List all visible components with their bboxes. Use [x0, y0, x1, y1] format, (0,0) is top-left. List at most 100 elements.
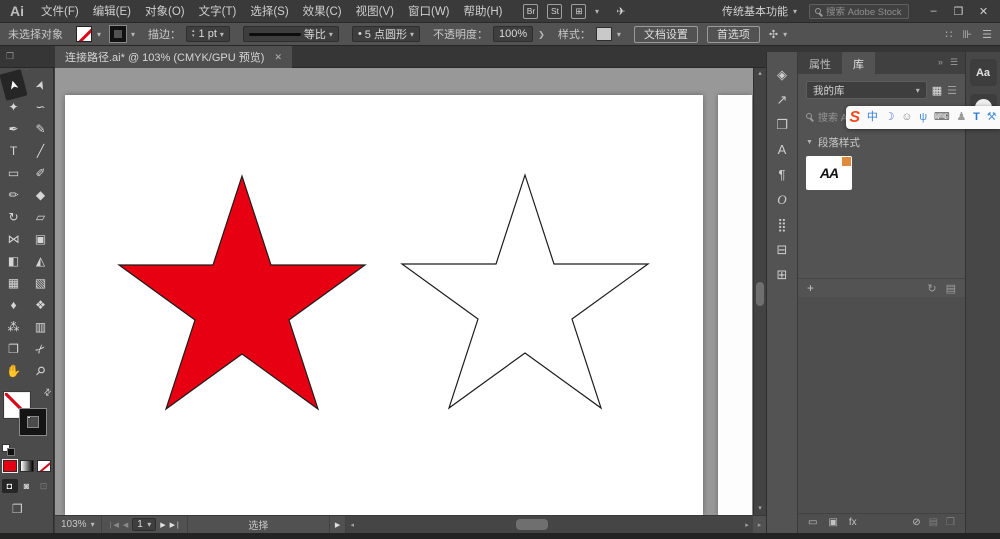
horizontal-scrollbar[interactable]: ◂ ▸	[346, 516, 753, 533]
swap-fill-stroke-icon[interactable]: ⇄	[42, 386, 55, 399]
menu-type[interactable]: 文字(T)	[192, 3, 244, 19]
width-tool[interactable]: ⋈	[0, 228, 27, 250]
list-view-icon[interactable]: ☰	[947, 84, 957, 97]
styles-panel-icon[interactable]: Aa	[970, 59, 997, 86]
width-profile-select[interactable]: 等比 ▾	[243, 26, 339, 42]
scroll-down-icon[interactable]: ▾	[754, 503, 766, 515]
document-setup-button[interactable]: 文档设置	[634, 26, 698, 43]
transform-panel-icon[interactable]: ⣿	[767, 212, 797, 237]
chevron-down-icon[interactable]: ▾	[131, 30, 135, 39]
menu-object[interactable]: 对象(O)	[138, 3, 192, 19]
perspective-grid-tool[interactable]: ◭	[27, 250, 54, 272]
stock-icon[interactable]: St	[547, 4, 562, 19]
chevron-down-icon[interactable]: ▾	[410, 30, 414, 39]
scale-tool[interactable]: ▱	[27, 206, 54, 228]
collapse-triangle-icon[interactable]: ▼	[806, 139, 813, 146]
preferences-button[interactable]: 首选项	[707, 26, 760, 43]
pen-tool[interactable]: ✒	[0, 118, 27, 140]
user-icon[interactable]: ♟	[956, 112, 966, 123]
curvature-tool[interactable]: ✎	[27, 118, 54, 140]
gradient-button[interactable]	[20, 460, 34, 472]
gradient-tool[interactable]: ▧	[27, 272, 54, 294]
pathfinder-panel-icon[interactable]: ⊞	[767, 262, 797, 287]
hamburger-menu-icon[interactable]: ☰	[982, 28, 992, 41]
paintbrush-tool[interactable]: ✐	[27, 162, 54, 184]
zoom-control[interactable]: 103% ▾	[55, 516, 102, 533]
menu-window[interactable]: 窗口(W)	[401, 3, 457, 19]
draw-inside-mode[interactable]: ⊡	[36, 479, 52, 493]
chevron-down-icon[interactable]: ▾	[783, 30, 787, 39]
menu-file[interactable]: 文件(F)	[34, 3, 86, 19]
hand-tool[interactable]: ✋	[0, 360, 27, 382]
first-artboard-icon[interactable]: ❘◀	[108, 521, 119, 529]
keyboard-icon[interactable]: ⌨	[934, 112, 950, 123]
none-button[interactable]	[37, 460, 51, 472]
close-tab-icon[interactable]: ✕	[274, 52, 282, 63]
scroll-right-icon[interactable]: ▸	[741, 521, 753, 529]
eyedropper-tool[interactable]: ♦	[0, 294, 27, 316]
stroke-box-icon[interactable]: ▣	[828, 517, 837, 528]
chevron-down-icon[interactable]: ▾	[91, 520, 95, 529]
stroke-color-swatch[interactable]	[20, 409, 46, 435]
mesh-tool[interactable]: ▦	[0, 272, 27, 294]
menu-select[interactable]: 选择(S)	[243, 3, 295, 19]
next-artboard-icon[interactable]: ▶	[160, 521, 165, 529]
scroll-up-icon[interactable]: ▴	[754, 68, 766, 80]
opentype-panel-icon[interactable]: O	[767, 187, 797, 212]
vertical-scroll-thumb[interactable]	[756, 282, 764, 306]
last-artboard-icon[interactable]: ▶❘	[170, 521, 181, 529]
red-star[interactable]	[112, 173, 372, 413]
dock-panel-icon[interactable]: ⊪	[963, 28, 973, 41]
close-button[interactable]: ✕	[971, 5, 996, 18]
bridge-icon[interactable]: Br	[523, 4, 538, 19]
selection-tool[interactable]: ➤	[0, 69, 28, 101]
minimize-button[interactable]: –	[921, 5, 946, 18]
vertical-scrollbar[interactable]: ▴ ▾	[753, 68, 766, 515]
export-panel-icon[interactable]: ↗	[767, 87, 797, 112]
shape-builder-tool[interactable]: ◧	[0, 250, 27, 272]
toolbox-wrench-icon[interactable]: ⚒	[987, 112, 997, 123]
chevron-down-icon[interactable]: ▾	[147, 520, 151, 529]
chevron-down-icon[interactable]: ▾	[97, 30, 101, 39]
draw-behind-mode[interactable]: ◙	[19, 479, 35, 493]
rectangle-tool[interactable]: ▭	[0, 162, 27, 184]
expand-panels-icon[interactable]: »	[938, 57, 943, 74]
shaper-tool[interactable]: ✏	[0, 184, 27, 206]
duplicate-icon[interactable]: ▤	[929, 517, 938, 528]
magic-wand-tool[interactable]: ✦	[0, 96, 27, 118]
night-mode-icon[interactable]: ☽	[885, 112, 895, 123]
menu-view[interactable]: 视图(V)	[349, 3, 401, 19]
paragraph-panel-icon[interactable]: ¶	[767, 162, 797, 187]
artboard-tool[interactable]: ❐	[0, 338, 27, 360]
mic-icon[interactable]: ψ	[919, 112, 927, 123]
effects-fx-icon[interactable]: fx	[849, 517, 857, 528]
horizontal-scroll-thumb[interactable]	[516, 519, 548, 530]
paragraph-style-asset[interactable]: AA	[806, 156, 852, 190]
stepper-arrows-icon[interactable]: ▴▾	[192, 29, 195, 39]
stroke-width-input[interactable]: ▴▾ 1 pt ▾	[186, 26, 230, 42]
free-transform-tool[interactable]: ▣	[27, 228, 54, 250]
library-select[interactable]: 我的库 ▾	[806, 81, 927, 99]
color-button[interactable]	[3, 460, 17, 472]
layers-panel-icon[interactable]: ◈	[767, 62, 797, 87]
eraser-tool[interactable]: ◆	[27, 184, 54, 206]
trash-icon[interactable]: ▤	[946, 282, 956, 295]
sogou-logo[interactable]: S	[849, 110, 860, 126]
grid-icon[interactable]: ∷	[946, 28, 953, 41]
menu-edit[interactable]: 编辑(E)	[86, 3, 138, 19]
more-options-arrow[interactable]: ❯	[538, 30, 545, 39]
arrange-documents-caret[interactable]: ▾	[589, 4, 604, 19]
fill-swatch-none[interactable]	[76, 26, 92, 42]
sync-icon[interactable]: ↻	[927, 282, 936, 295]
tab-libraries[interactable]: 库	[842, 52, 875, 74]
emoji-icon[interactable]: ☺	[901, 112, 912, 123]
chevron-down-icon[interactable]: ▾	[916, 86, 920, 95]
graphic-style-swatch[interactable]	[596, 27, 612, 41]
status-expand-icon[interactable]: ▶	[330, 516, 346, 533]
menu-effect[interactable]: 效果(C)	[296, 3, 349, 19]
clear-appearance-icon[interactable]: ⊘	[912, 517, 920, 528]
brush-select[interactable]: • 5 点圆形 ▾	[352, 26, 420, 42]
previous-artboard-icon[interactable]: ◀	[123, 521, 128, 529]
artboard-number-input[interactable]: 1 ▾	[132, 518, 156, 531]
stroke-swatch[interactable]	[110, 26, 126, 42]
